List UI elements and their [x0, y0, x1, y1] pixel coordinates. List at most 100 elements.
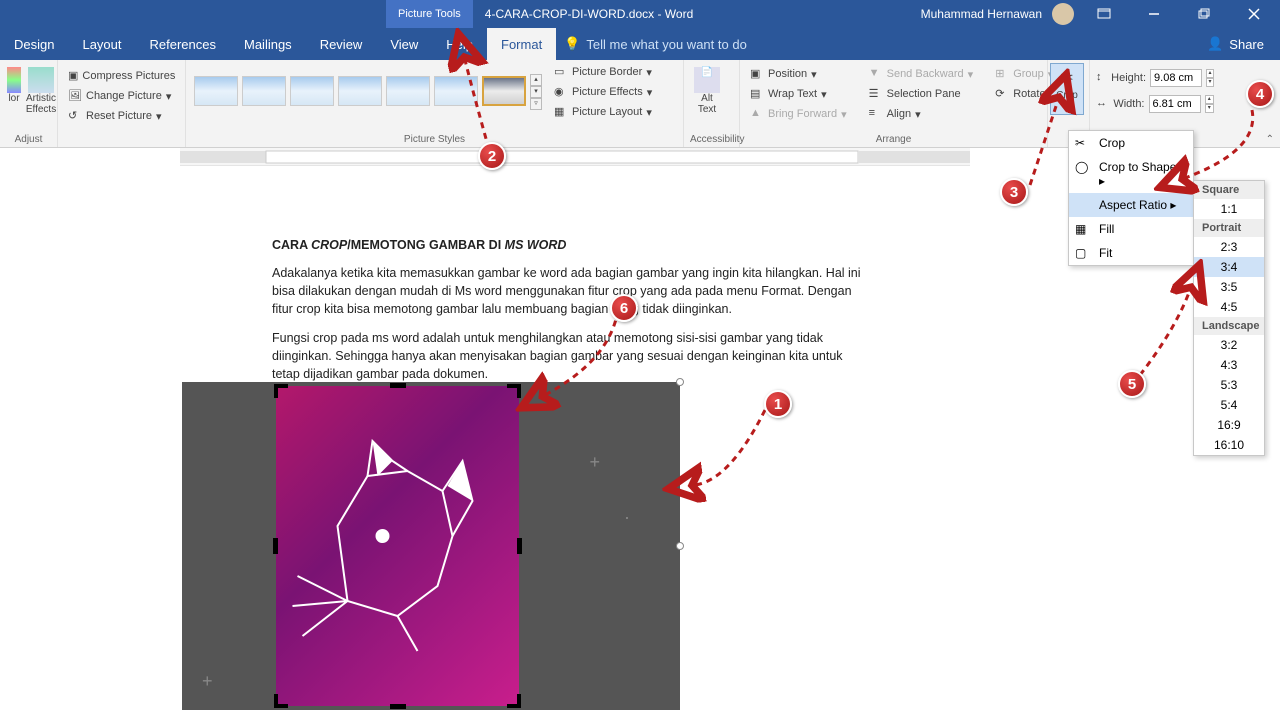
aspect-header-landscape: Landscape — [1194, 317, 1264, 335]
minimize-button[interactable] — [1134, 0, 1174, 28]
crop-handle-bl[interactable] — [274, 694, 288, 708]
aspect-3-5[interactable]: 3:5 — [1194, 277, 1264, 297]
collapse-ribbon-button[interactable]: ⌃ — [1266, 134, 1274, 145]
artistic-effects-button[interactable]: Artistic Effects — [24, 63, 58, 119]
width-up[interactable]: ▴ — [1205, 95, 1215, 104]
aspect-3-2[interactable]: 3:2 — [1194, 335, 1264, 355]
effects-icon: ◉ — [554, 85, 568, 99]
crop-handle-l[interactable] — [273, 538, 278, 554]
selection-handle[interactable] — [676, 542, 684, 550]
width-down[interactable]: ▾ — [1205, 104, 1215, 113]
gallery-down-button[interactable]: ▾ — [530, 86, 542, 98]
crop-menu-crop[interactable]: ✂Crop — [1069, 131, 1193, 155]
tab-references[interactable]: References — [136, 28, 230, 60]
aspect-1-1[interactable]: 1:1 — [1194, 199, 1264, 219]
style-thumb-7[interactable] — [482, 76, 526, 106]
group-label-adjust: Adjust — [6, 134, 51, 147]
crop-handle-tl[interactable] — [274, 384, 288, 398]
style-thumb-3[interactable] — [290, 76, 334, 106]
share-icon: 👤 — [1207, 36, 1223, 52]
selected-image[interactable]: + + · — [182, 382, 680, 710]
document-title: 4-CARA-CROP-DI-WORD.docx - Word — [473, 7, 693, 21]
annotation-ball-5: 5 — [1118, 370, 1146, 398]
tab-review[interactable]: Review — [306, 28, 377, 60]
tell-me-search[interactable]: 💡 Tell me what you want to do — [556, 28, 747, 60]
crop-region[interactable] — [276, 386, 519, 706]
tab-design[interactable]: Design — [0, 28, 68, 60]
height-up[interactable]: ▴ — [1206, 69, 1214, 78]
gallery-more-button[interactable]: ▿ — [530, 98, 542, 110]
picture-effects-button[interactable]: ◉Picture Effects ▾ — [550, 83, 656, 101]
crop-icon: ✂ — [1075, 136, 1091, 152]
crop-menu-aspect[interactable]: Aspect Ratio ▸ — [1069, 193, 1193, 217]
menu-bar: Design Layout References Mailings Review… — [0, 28, 1280, 60]
bring-forward-button[interactable]: ▲Bring Forward ▾ — [746, 105, 851, 123]
picture-tools-tab[interactable]: Picture Tools — [386, 0, 473, 28]
bg-star-icon: + — [589, 452, 600, 473]
aspect-16-10[interactable]: 16:10 — [1194, 435, 1264, 455]
reset-picture-button[interactable]: ↺Reset Picture ▾ — [64, 107, 179, 125]
change-icon: 🖼 — [68, 89, 82, 103]
tab-layout[interactable]: Layout — [68, 28, 135, 60]
align-icon: ≡ — [869, 107, 883, 121]
close-button[interactable] — [1234, 0, 1274, 28]
crop-handle-b[interactable] — [390, 704, 406, 709]
user-avatar[interactable] — [1052, 3, 1074, 25]
wrap-text-button[interactable]: ▤Wrap Text ▾ — [746, 85, 851, 103]
width-input[interactable] — [1149, 95, 1201, 113]
gallery-up-button[interactable]: ▴ — [530, 74, 542, 86]
aspect-16-9[interactable]: 16:9 — [1194, 415, 1264, 435]
color-button[interactable]: lor — [6, 63, 22, 119]
crop-handle-tr[interactable] — [507, 384, 521, 398]
aspect-4-3[interactable]: 4:3 — [1194, 355, 1264, 375]
picture-layout-button[interactable]: ▦Picture Layout ▾ — [550, 103, 656, 121]
style-thumb-1[interactable] — [194, 76, 238, 106]
aspect-2-3[interactable]: 2:3 — [1194, 237, 1264, 257]
style-thumb-2[interactable] — [242, 76, 286, 106]
tab-mailings[interactable]: Mailings — [230, 28, 306, 60]
crop-handle-r[interactable] — [517, 538, 522, 554]
crop-handle-t[interactable] — [390, 383, 406, 388]
crop-button[interactable]: ✂Crop▾ — [1050, 63, 1084, 115]
height-icon: ↕ — [1096, 71, 1107, 85]
selection-icon: ☰ — [869, 87, 883, 101]
style-thumb-6[interactable] — [434, 76, 478, 106]
annotation-ball-3: 3 — [1000, 178, 1028, 206]
aspect-5-3[interactable]: 5:3 — [1194, 375, 1264, 395]
aspect-4-5[interactable]: 4:5 — [1194, 297, 1264, 317]
aspect-3-4[interactable]: 3:4 — [1194, 257, 1264, 277]
tab-format[interactable]: Format — [487, 28, 556, 60]
compress-pictures-button[interactable]: ▣Compress Pictures — [64, 67, 179, 85]
forward-icon: ▲ — [750, 107, 764, 121]
group-icon: ⊞ — [995, 67, 1009, 81]
change-picture-button[interactable]: 🖼Change Picture ▾ — [64, 87, 179, 105]
align-button[interactable]: ≡Align ▾ — [865, 105, 978, 123]
maximize-button[interactable] — [1184, 0, 1224, 28]
height-input[interactable] — [1150, 69, 1202, 87]
alt-text-button[interactable]: 📄Alt Text — [690, 63, 724, 119]
tab-view[interactable]: View — [376, 28, 432, 60]
style-thumb-5[interactable] — [386, 76, 430, 106]
annotation-ball-4: 4 — [1246, 80, 1274, 108]
title-bar: Picture Tools 4-CARA-CROP-DI-WORD.docx -… — [0, 0, 1280, 28]
aspect-5-4[interactable]: 5:4 — [1194, 395, 1264, 415]
picture-border-button[interactable]: ▭Picture Border ▾ — [550, 63, 656, 81]
annotation-ball-6: 6 — [610, 294, 638, 322]
reset-icon: ↺ — [68, 109, 82, 123]
tab-help[interactable]: Help — [432, 28, 487, 60]
selection-pane-button[interactable]: ☰Selection Pane — [865, 85, 978, 103]
horizontal-ruler[interactable] — [180, 148, 970, 166]
selection-handle[interactable] — [676, 378, 684, 386]
crop-menu-fit[interactable]: ▢Fit — [1069, 241, 1193, 265]
send-backward-button[interactable]: ▼Send Backward ▾ — [865, 65, 978, 83]
share-button[interactable]: 👤 Share — [1191, 28, 1280, 60]
crop-handle-br[interactable] — [507, 694, 521, 708]
position-button[interactable]: ▣Position ▾ — [746, 65, 851, 83]
height-down[interactable]: ▾ — [1206, 78, 1214, 87]
crop-menu-fill[interactable]: ▦Fill — [1069, 217, 1193, 241]
ribbon-options-button[interactable] — [1084, 0, 1124, 28]
bg-star-icon: · — [624, 507, 630, 528]
crop-menu-shape[interactable]: ◯Crop to Shape ▸ — [1069, 155, 1193, 193]
document-heading: CARA CROP/MEMOTONG GAMBAR DI MS WORD — [272, 236, 862, 254]
style-thumb-4[interactable] — [338, 76, 382, 106]
